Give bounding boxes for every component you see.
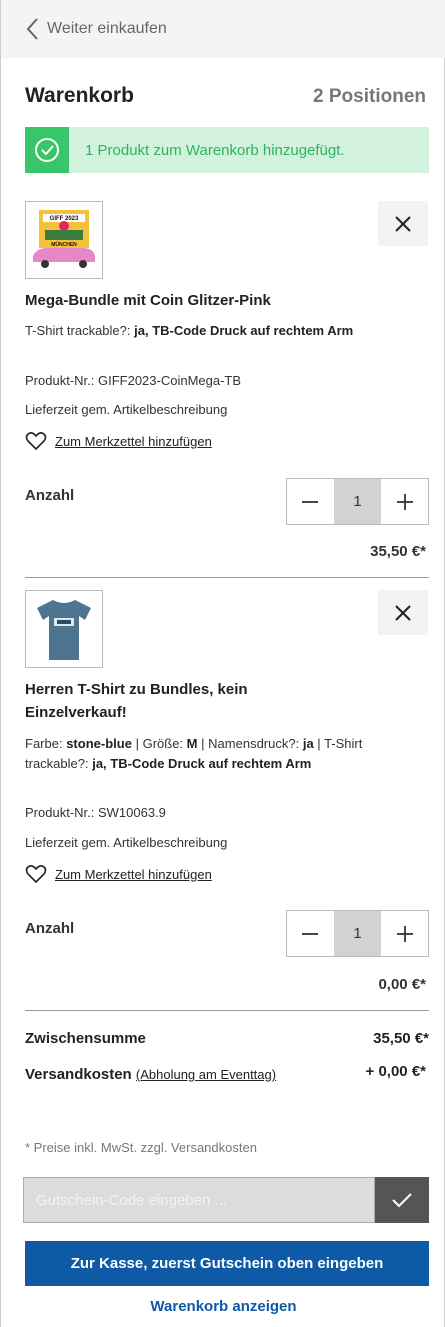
price-note: * Preise inkl. MwSt. zzgl. Versandkosten [25, 1140, 257, 1155]
offcanvas-header: Weiter einkaufen [1, 0, 445, 58]
plus-icon [396, 493, 413, 510]
quantity-value[interactable]: 1 [333, 911, 382, 956]
subtotal-value: 35,50 €* [373, 1030, 429, 1047]
subtotal-row: Zwischensumme 35,50 €* [25, 1030, 429, 1047]
remove-item-button[interactable] [378, 590, 428, 635]
remove-item-button[interactable] [378, 201, 428, 246]
quantity-stepper: 1 [286, 910, 429, 957]
chevron-left-icon [26, 18, 38, 40]
sku-value: GIFF2023-CoinMega-TB [97, 373, 242, 388]
add-to-wishlist-link[interactable]: Zum Merkzettel hinzufügen [25, 430, 212, 452]
minus-icon [302, 500, 319, 503]
increase-quantity-button[interactable] [381, 911, 428, 956]
option-label: T-Shirt trackable?: [25, 323, 131, 338]
divider [25, 577, 429, 578]
close-icon [395, 215, 411, 232]
add-to-wishlist-link[interactable]: Zum Merkzettel hinzufügen [25, 863, 212, 885]
quantity-label: Anzahl [25, 920, 75, 937]
product-number: Produkt-Nr.: GIFF2023-CoinMega-TB [25, 371, 385, 391]
product-image[interactable] [25, 590, 103, 668]
voucher-submit-button[interactable] [375, 1177, 429, 1223]
heart-icon [25, 432, 47, 451]
product-number: Produkt-Nr.: SW10063.9 [25, 803, 385, 823]
decrease-quantity-button[interactable] [287, 911, 334, 956]
option-value: M [186, 736, 198, 751]
voucher-code-input[interactable] [23, 1177, 375, 1223]
success-alert: 1 Produkt zum Warenkorb hinzugefügt. [25, 127, 429, 173]
continue-shopping-link[interactable]: Weiter einkaufen [25, 17, 167, 41]
heart-icon [25, 865, 47, 884]
option-label: Farbe: [25, 736, 63, 751]
delivery-time: Lieferzeit gem. Artikelbeschreibung [25, 835, 228, 850]
shipping-info-link[interactable]: (Abholung am Eventtag) [136, 1067, 276, 1082]
sku-label: Produkt-Nr.: [25, 373, 95, 388]
subtotal-label: Zwischensumme [25, 1030, 146, 1047]
cart-item-count: 2 Positionen [313, 86, 426, 107]
offcanvas-cart: Weiter einkaufen Warenkorb 2 Positionen … [0, 0, 445, 1327]
option-separator: | [317, 736, 321, 751]
shipping-label-text: Versandkosten [25, 1066, 132, 1083]
item-price: 35,50 €* [370, 543, 426, 560]
view-cart-link[interactable]: Warenkorb anzeigen [1, 1298, 445, 1315]
option-value: ja, TB-Code Druck auf rechtem Arm [134, 323, 354, 338]
shipping-value: + 0,00 €* [365, 1063, 426, 1080]
check-circle-icon [25, 127, 69, 173]
delivery-time: Lieferzeit gem. Artikelbeschreibung [25, 402, 228, 417]
plus-icon [396, 925, 413, 942]
sku-value: SW10063.9 [97, 805, 166, 820]
success-alert-message: 1 Produkt zum Warenkorb hinzugefügt. [85, 141, 345, 159]
product-options: T-Shirt trackable?: ja, TB-Code Druck au… [25, 321, 370, 341]
option-value: ja [302, 736, 314, 751]
product-image[interactable]: GIFF 2023 MÜNCHEN [25, 201, 103, 279]
product-options: Farbe: stone-blue | Größe: M | Namensdru… [25, 734, 370, 774]
increase-quantity-button[interactable] [381, 479, 428, 524]
voucher-form [23, 1177, 429, 1223]
product-name-link[interactable]: Herren T-Shirt zu Bundles, kein Einzelve… [25, 678, 315, 724]
minus-icon [302, 932, 319, 935]
quantity-stepper: 1 [286, 478, 429, 525]
product-name-link[interactable]: Mega-Bundle mit Coin Glitzer-Pink [25, 289, 325, 312]
option-separator: | [135, 736, 139, 751]
wishlist-label: Zum Merkzettel hinzufügen [55, 866, 212, 882]
quantity-label: Anzahl [25, 487, 75, 504]
decrease-quantity-button[interactable] [287, 479, 334, 524]
divider [25, 1010, 429, 1011]
option-separator: | [201, 736, 205, 751]
shipping-label: Versandkosten (Abholung am Eventtag) [25, 1063, 325, 1087]
option-label: Namensdruck?: [208, 736, 300, 751]
option-label: Größe: [142, 736, 184, 751]
checkmark-icon [392, 1193, 412, 1208]
thumb-text-bottom: MÜNCHEN [51, 241, 77, 248]
option-value: ja, TB-Code Druck auf rechtem Arm [92, 756, 312, 771]
sku-label: Produkt-Nr.: [25, 805, 95, 820]
wishlist-label: Zum Merkzettel hinzufügen [55, 433, 212, 449]
checkout-button[interactable]: Zur Kasse, zuerst Gutschein oben eingebe… [25, 1241, 429, 1286]
continue-shopping-label: Weiter einkaufen [47, 20, 167, 37]
close-icon [395, 604, 411, 621]
item-price: 0,00 €* [378, 976, 426, 993]
option-value: stone-blue [66, 736, 132, 751]
cart-title: Warenkorb [25, 84, 134, 107]
quantity-value[interactable]: 1 [333, 479, 382, 524]
